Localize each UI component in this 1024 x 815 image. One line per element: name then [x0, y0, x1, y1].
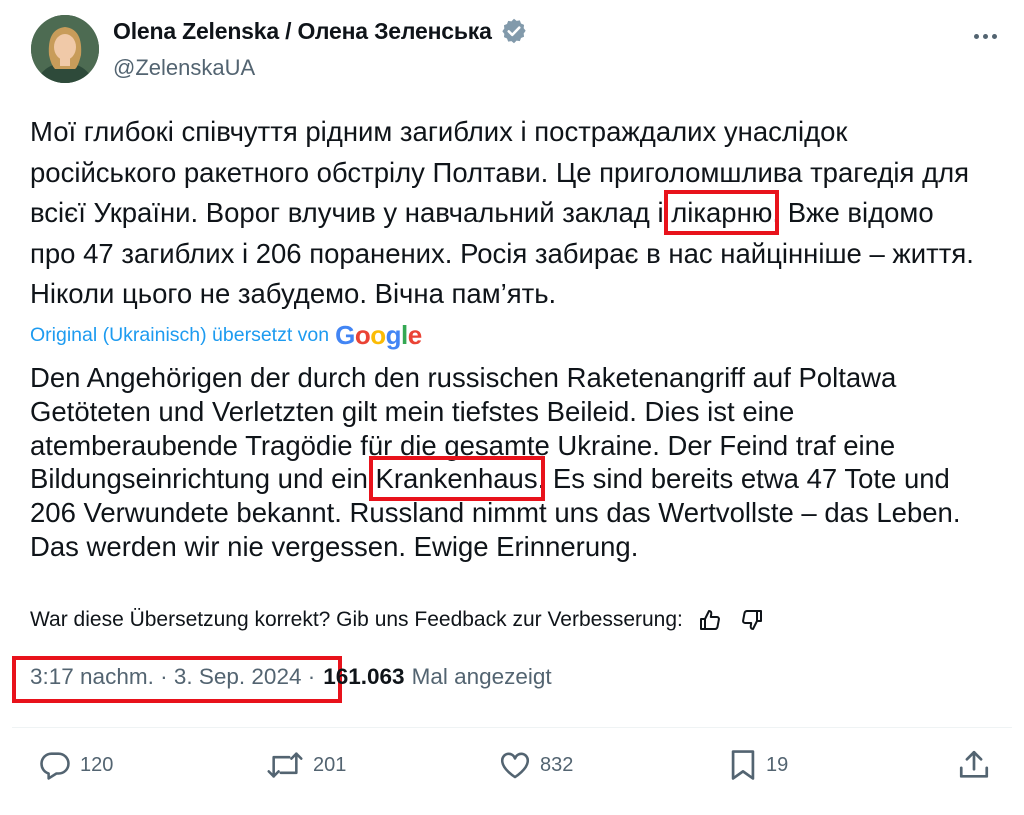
divider — [12, 727, 1012, 728]
bookmark-icon — [728, 748, 758, 782]
translation-label: Original (Ukrainisch) übersetzt von — [30, 323, 330, 346]
google-logo-icon: Google — [335, 320, 422, 350]
verified-badge-icon — [500, 17, 528, 45]
feedback-prompt: War diese Übersetzung korrekt? Gib uns F… — [30, 608, 683, 631]
translation-feedback: War diese Übersetzung korrekt? Gib uns F… — [30, 605, 767, 635]
author-handle[interactable]: @ZelenskaUA — [113, 55, 255, 81]
heart-icon — [498, 748, 532, 782]
like-button[interactable]: 832 — [498, 748, 573, 782]
views-label: Mal angezeigt — [411, 664, 552, 689]
reply-button[interactable]: 120 — [38, 748, 113, 782]
tweet-meta: 3:17 nachm. · 3. Sep. 2024 · 161.063 Mal… — [30, 664, 552, 690]
reply-icon — [38, 748, 72, 782]
share-icon — [957, 748, 991, 782]
repost-icon — [265, 748, 305, 782]
thumbs-up-icon[interactable] — [695, 605, 725, 635]
highlighted-word: Krankenhaus — [368, 456, 545, 502]
like-count: 832 — [540, 753, 574, 776]
highlighted-word: лікарню — [664, 190, 780, 235]
action-bar: 120 201 832 19 — [0, 748, 1024, 788]
views-count: 161.063 — [323, 664, 405, 689]
more-options-button[interactable] — [968, 22, 1002, 50]
translation-attribution[interactable]: Original (Ukrainisch) übersetzt von Goog… — [30, 322, 422, 348]
avatar[interactable] — [31, 15, 99, 83]
tweet-date[interactable]: 3. Sep. 2024 — [174, 664, 302, 690]
share-button[interactable] — [957, 748, 991, 782]
reply-count: 120 — [80, 753, 114, 776]
author-display-name[interactable]: Olena Zelenska / Олена Зеленська — [113, 18, 492, 45]
repost-button[interactable]: 201 — [265, 748, 346, 782]
more-dot-icon — [973, 33, 979, 39]
repost-count: 201 — [313, 753, 347, 776]
tweet-time[interactable]: 3:17 nachm. — [30, 664, 154, 690]
more-dot-icon — [991, 33, 997, 39]
meta-separator: · — [307, 664, 316, 689]
meta-separator: · — [160, 664, 168, 689]
more-dot-icon — [982, 33, 988, 39]
thumbs-down-icon[interactable] — [737, 605, 767, 635]
bookmark-count: 19 — [766, 753, 789, 776]
translation-text: Den Angehörigen der durch den russischen… — [30, 361, 995, 564]
bookmark-button[interactable]: 19 — [728, 748, 788, 782]
tweet-text: Мої глибокі співчуття рідним загиблих і … — [30, 112, 985, 315]
